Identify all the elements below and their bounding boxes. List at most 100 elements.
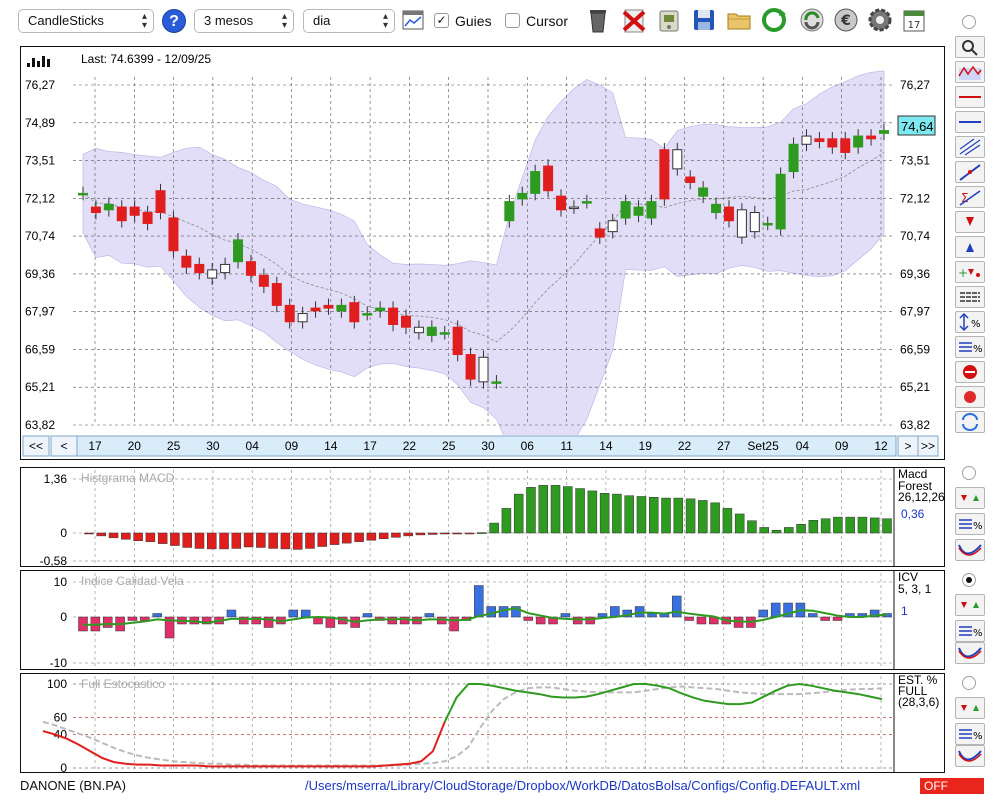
icv-signals-button[interactable]: [955, 594, 985, 616]
chart-type-select[interactable]: CandleSticks ▴ ▾: [18, 9, 154, 33]
main-chart-panel[interactable]: 76,2776,2774,8974,8973,5173,5172,1272,12…: [20, 46, 945, 460]
main-panel-radio[interactable]: [962, 15, 976, 29]
cursor-checkbox[interactable]: [505, 13, 520, 28]
macd-histogram-chart[interactable]: 1,360-0,58Histgrama MACD MacdForest26,12,…: [21, 468, 944, 566]
candle-body: [775, 173, 786, 230]
stoch-panel-radio[interactable]: [962, 676, 976, 690]
macd-bar: [833, 516, 843, 534]
macd-bar: [256, 532, 266, 548]
candle-body: [568, 206, 579, 210]
period-select[interactable]: 3 mesos ▴ ▾: [194, 9, 294, 33]
help-button[interactable]: ?: [162, 9, 186, 33]
folder-icon[interactable]: [725, 6, 753, 34]
icv-bar: [300, 609, 311, 618]
stoch-curve-button[interactable]: [955, 745, 985, 767]
macd-signals-button[interactable]: [955, 487, 985, 509]
date-label: 09: [835, 439, 849, 453]
macd-panel[interactable]: 1,36 0 -0,58 Histgrama MACD Macd Forest 26,12,…: [20, 467, 945, 567]
macd-bar: [84, 532, 94, 535]
icv-bar: [523, 616, 534, 621]
horizontal-line-blue-button[interactable]: [955, 111, 985, 133]
euro-icon[interactable]: €: [832, 6, 860, 34]
icv-bar: [288, 609, 299, 618]
buy-arrow-button[interactable]: [955, 236, 985, 258]
guies-checkbox[interactable]: ✓: [434, 13, 449, 28]
interval-select[interactable]: dia ▴ ▾: [303, 9, 395, 33]
chart-window-icon[interactable]: [402, 10, 424, 30]
date-label: Set25: [747, 439, 779, 453]
off-indicator[interactable]: OFF: [920, 778, 984, 794]
save-icon[interactable]: [690, 6, 718, 34]
macd-bar: [133, 532, 143, 541]
icv-bar: [684, 616, 694, 621]
percent-range-button[interactable]: %: [955, 311, 985, 333]
svg-text:%: %: [973, 344, 983, 355]
price-tick-left: 72,12: [25, 191, 55, 205]
sync-icon[interactable]: [798, 6, 826, 34]
macd-bar: [857, 516, 868, 534]
candlestick-chart[interactable]: 76,2776,2774,8974,8973,5173,5172,1272,12…: [21, 47, 944, 459]
macd-curve-button[interactable]: [955, 539, 985, 561]
sell-arrow-button[interactable]: [955, 211, 985, 233]
chart-bars-icon-bar: [27, 63, 30, 67]
macd-bar: [685, 498, 696, 534]
signals-button[interactable]: +: [955, 261, 985, 283]
candle-body: [233, 239, 244, 263]
candle-body: [556, 195, 567, 211]
stochastic-panel[interactable]: 100 60 40 0 Full Estocastico EST. % FULL (28,3,…: [20, 673, 945, 773]
macd-bar: [575, 488, 585, 534]
trendline-tool-button[interactable]: [955, 161, 985, 183]
percent-lines-button[interactable]: %: [955, 336, 985, 358]
icv-bar: [597, 613, 608, 618]
config-path-link[interactable]: /Users/mserra/Library/CloudStorage/Dropb…: [305, 778, 860, 793]
candle-body: [194, 263, 205, 274]
stoch-signals-button[interactable]: [955, 697, 985, 719]
macd-bar: [796, 524, 806, 534]
zoom-button[interactable]: [955, 36, 985, 58]
horizontal-line-red-button[interactable]: [955, 86, 985, 108]
candle-body: [543, 165, 554, 192]
delete-icon[interactable]: [620, 6, 648, 34]
icv-bar: [573, 616, 583, 625]
swap-button[interactable]: [955, 411, 985, 433]
macd-bar: [415, 532, 426, 536]
icv-panel-radio[interactable]: [962, 573, 976, 587]
icv-percent-button[interactable]: %: [955, 620, 985, 642]
price-tick-right: 72,12: [900, 191, 930, 205]
gear-icon[interactable]: [866, 6, 894, 34]
candle-body: [594, 228, 605, 238]
macd-percent-button[interactable]: %: [955, 513, 985, 535]
icv-bar: [449, 616, 459, 632]
macd-bar: [550, 485, 561, 534]
refresh-icon[interactable]: [760, 6, 788, 34]
icv-chart[interactable]: 100-10Indice Calidad Vela ICV5, 3, 11: [21, 571, 944, 669]
macd-bar: [538, 485, 548, 534]
trash-icon[interactable]: [584, 6, 612, 34]
channel-tool-button[interactable]: [955, 136, 985, 158]
sigma-tool-button[interactable]: Σ: [955, 186, 985, 208]
macd-panel-radio[interactable]: [962, 466, 976, 480]
tick-label: 60: [54, 711, 68, 725]
icv-bar: [770, 602, 781, 618]
calendar-icon[interactable]: 17: [900, 6, 928, 34]
date-label: 30: [206, 439, 220, 453]
table-lines-button[interactable]: [955, 286, 985, 308]
tick-label: 0: [60, 761, 67, 772]
icv-panel[interactable]: 10 0 -10 Indice Calidad Vela ICV 5, 3, 11: [20, 570, 945, 670]
nav-last-button-label: >>: [921, 439, 935, 453]
stoch-percent-button[interactable]: %: [955, 723, 985, 745]
record-button[interactable]: [955, 386, 985, 408]
svg-text:%: %: [971, 319, 981, 330]
icv-curve-button[interactable]: [955, 642, 985, 664]
device-icon[interactable]: [655, 6, 683, 34]
macd-bar: [882, 518, 892, 534]
candle-body: [388, 307, 399, 326]
indicator-button[interactable]: [955, 61, 985, 83]
candle-body: [801, 135, 812, 145]
candle-body: [452, 326, 463, 356]
stochastic-chart[interactable]: 10060400Full Estocastico EST. %FULL(28,3,…: [21, 674, 944, 772]
stoch-slow-line: [42, 685, 883, 767]
stop-button[interactable]: [955, 361, 985, 383]
macd-bar: [710, 502, 720, 534]
candle-body: [749, 212, 760, 233]
